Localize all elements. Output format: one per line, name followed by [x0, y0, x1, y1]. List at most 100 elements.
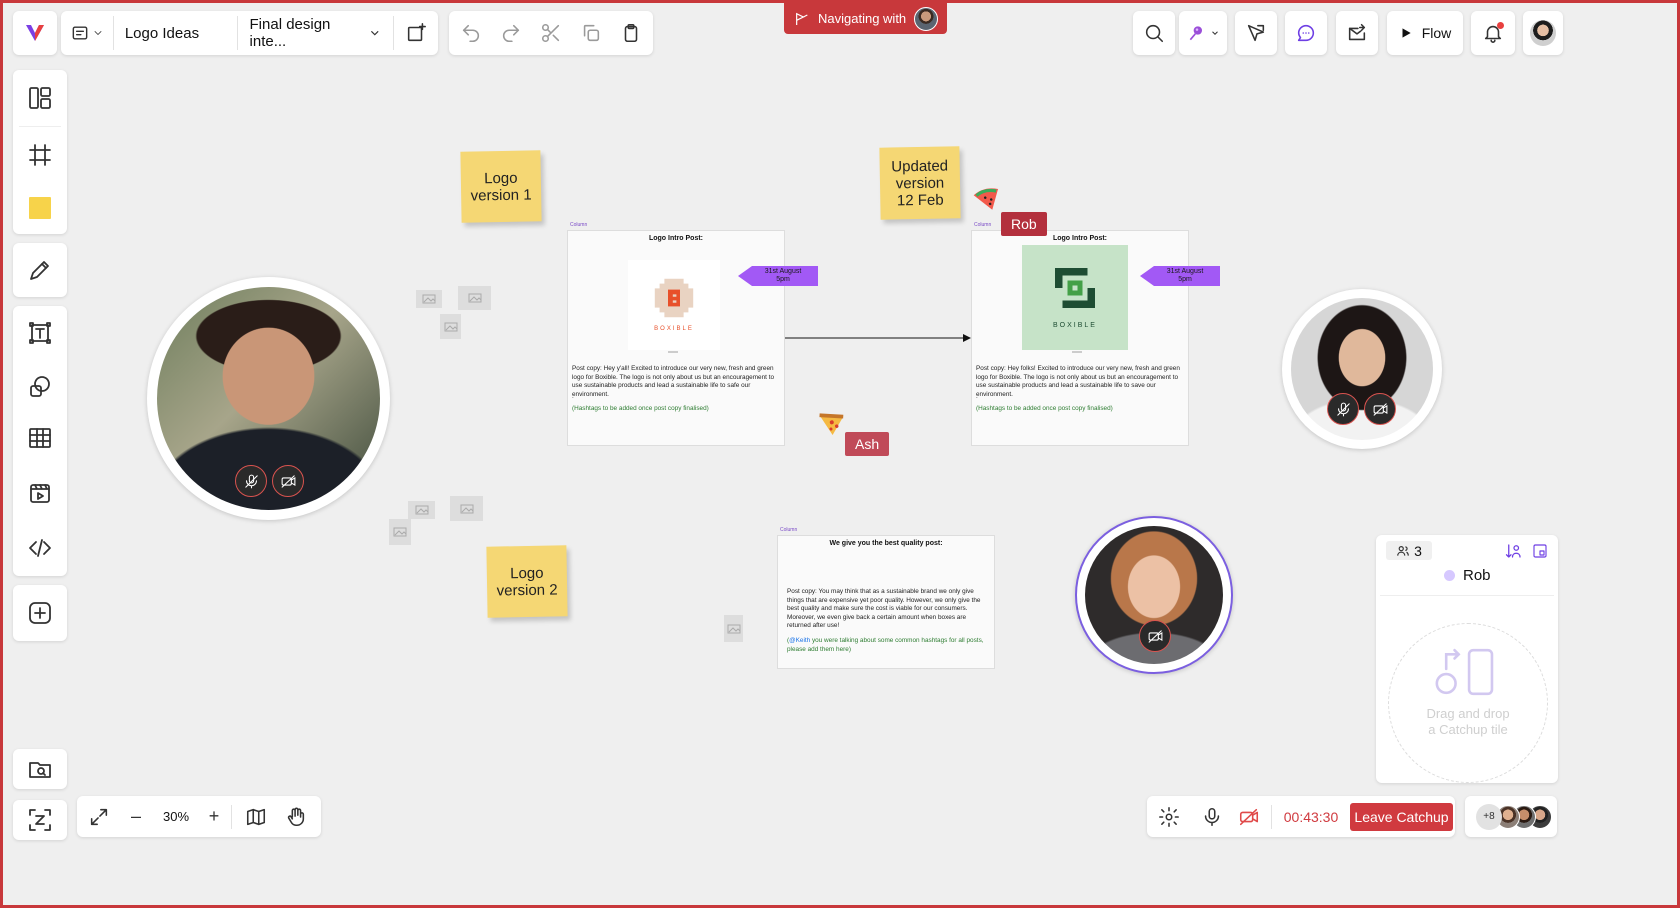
mention-keith[interactable]: @Keith: [789, 637, 810, 644]
shapes-tool[interactable]: [13, 360, 67, 412]
date-tag[interactable]: 31st August 5pm: [1140, 266, 1220, 286]
undo-button[interactable]: [451, 11, 491, 55]
image-placeholder[interactable]: [416, 290, 442, 308]
logo-caption-bar: [1072, 351, 1082, 353]
participant-count-badge[interactable]: 3: [1386, 541, 1432, 560]
zoom-in-button[interactable]: +: [201, 806, 227, 827]
text-box-icon: [29, 322, 51, 344]
connector-arrow[interactable]: [785, 331, 973, 345]
mic-off-button[interactable]: [1327, 393, 1359, 425]
minimap-button[interactable]: [236, 796, 276, 837]
chevron-down-icon: [370, 30, 379, 36]
templates-tool[interactable]: [13, 70, 67, 126]
microphone-button[interactable]: [1191, 796, 1233, 837]
clipboard-icon: [624, 23, 638, 43]
app-logo-icon: [26, 25, 44, 41]
sticky-note-logo-version-2[interactable]: Logo version 2: [486, 545, 568, 618]
pencil-icon: [30, 261, 49, 280]
board-menu-button[interactable]: [61, 11, 113, 55]
participant-video-2[interactable]: [1282, 289, 1442, 449]
catchup-drop-zone[interactable]: Drag and drop a Catchup tile: [1388, 623, 1548, 783]
left-toolbar-group-2: [13, 243, 67, 297]
board-name[interactable]: Logo Ideas: [114, 25, 237, 42]
file-icon: [72, 26, 88, 40]
post-copy-text: Post copy: Hey y'all! Excited to introdu…: [572, 365, 775, 398]
zoom-level[interactable]: 30%: [151, 809, 201, 824]
camera-off-icon: [1148, 629, 1162, 643]
expand-panel-button[interactable]: [1530, 541, 1550, 561]
image-icon: [422, 294, 436, 304]
post-card-logo-intro-1[interactable]: Column Logo Intro Post: BOXIBLE Post cop…: [567, 222, 785, 446]
more-tools-button[interactable]: [13, 585, 67, 641]
navigating-banner[interactable]: Navigating with: [784, 3, 947, 34]
camera-off-button[interactable]: [1139, 620, 1171, 652]
image-placeholder[interactable]: [450, 496, 483, 521]
search-button[interactable]: [1133, 11, 1175, 55]
image-placeholder[interactable]: [440, 314, 461, 339]
share-button[interactable]: [1336, 11, 1378, 55]
library-button[interactable]: [13, 749, 67, 789]
post-copy-dot: .: [572, 393, 574, 400]
user-avatar-button[interactable]: [1523, 11, 1563, 55]
sort-button[interactable]: [1504, 541, 1524, 561]
image-placeholder[interactable]: [408, 501, 435, 519]
zoom-to-fit-button[interactable]: [13, 800, 67, 840]
post-card-best-quality[interactable]: Column We give you the best quality post…: [777, 527, 995, 669]
navigating-label: Navigating with: [818, 11, 907, 26]
frame-icon: [29, 144, 51, 166]
sticky-note-tool[interactable]: [13, 183, 67, 233]
frame-select[interactable]: Final design inte...: [238, 16, 394, 50]
participant-video-1[interactable]: [147, 277, 390, 520]
participant-photo: [157, 287, 380, 510]
cursor-label-ash: Ash: [845, 432, 890, 456]
paste-button[interactable]: [611, 11, 651, 55]
participants-stack[interactable]: +8: [1465, 796, 1557, 837]
redo-button[interactable]: [491, 11, 531, 55]
sticky-note-logo-version-1[interactable]: Logo version 1: [460, 150, 542, 223]
cut-button[interactable]: [531, 11, 571, 55]
pin-menu-button[interactable]: [1179, 11, 1227, 55]
hashtag-note: (Hashtags to be added once post copy fin…: [572, 405, 709, 412]
text-tool[interactable]: [13, 306, 67, 360]
post-card-logo-intro-2[interactable]: Column Logo Intro Post: BOXIBLE Post cop…: [971, 222, 1189, 446]
embed-tool[interactable]: [13, 522, 67, 574]
sticky-note-updated-version[interactable]: Updated version 12 Feb: [879, 146, 961, 220]
add-frame-button[interactable]: [394, 11, 438, 55]
zoom-out-button[interactable]: –: [121, 806, 151, 827]
image-placeholder[interactable]: [458, 286, 491, 310]
pen-tool[interactable]: [13, 243, 67, 297]
chevron-down-icon: [94, 31, 102, 35]
card-title: Logo Intro Post:: [1052, 235, 1108, 242]
participant-video-3[interactable]: [1075, 516, 1233, 674]
flow-button[interactable]: Flow: [1387, 11, 1463, 55]
add-frame-icon: [407, 23, 427, 42]
media-tool[interactable]: [13, 464, 67, 522]
call-settings-button[interactable]: [1147, 796, 1191, 837]
participant-row-rob[interactable]: Rob: [1444, 567, 1491, 584]
column-label: Column: [974, 222, 992, 228]
camera-toggle-button[interactable]: [1233, 796, 1265, 837]
camera-off-button[interactable]: [272, 465, 304, 497]
leave-catchup-button[interactable]: Leave Catchup: [1350, 802, 1453, 831]
zoom-toolbar: – 30% +: [77, 796, 321, 837]
fullscreen-button[interactable]: [77, 796, 121, 837]
expand-icon: [1533, 544, 1547, 558]
mic-off-button[interactable]: [235, 465, 267, 497]
image-placeholder[interactable]: [724, 615, 743, 642]
drop-hint-line1: Drag and drop: [1426, 706, 1510, 721]
user-avatar: [1530, 20, 1556, 46]
notifications-button[interactable]: [1471, 11, 1515, 55]
app-logo-button[interactable]: [13, 11, 57, 55]
drop-hint-line2: a Catchup tile: [1428, 722, 1508, 737]
camera-off-button[interactable]: [1364, 393, 1396, 425]
follow-button[interactable]: [1235, 11, 1277, 55]
comments-button[interactable]: [1285, 11, 1327, 55]
column-label: Column: [570, 222, 588, 228]
table-tool[interactable]: [13, 412, 67, 464]
copy-button[interactable]: [571, 11, 611, 55]
date-tag[interactable]: 31st August 5pm: [738, 266, 818, 286]
frame-tool[interactable]: [13, 127, 67, 183]
image-placeholder[interactable]: [389, 519, 411, 545]
image-icon: [444, 322, 457, 331]
hand-tool-button[interactable]: [276, 796, 316, 837]
